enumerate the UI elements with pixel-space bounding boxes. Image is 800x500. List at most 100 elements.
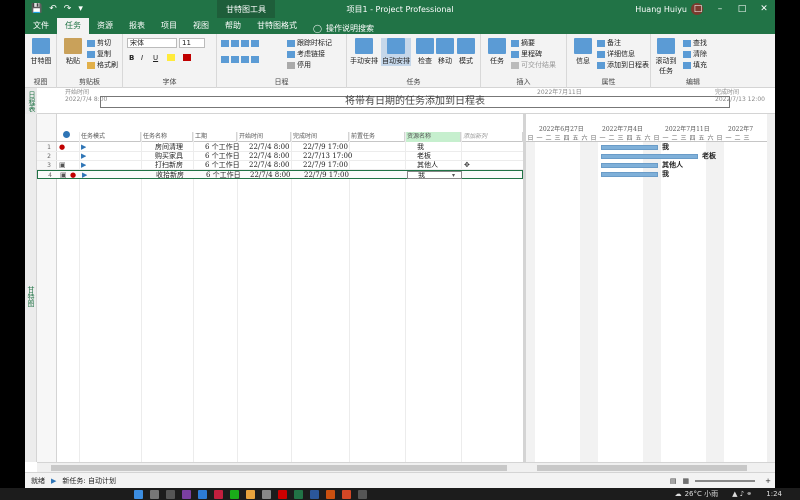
horizontal-scrollbar[interactable] (37, 462, 775, 472)
task-usage-shortcut-icon[interactable]: ▦ (683, 477, 690, 485)
search-icon[interactable] (149, 489, 159, 499)
mark-on-track-button[interactable]: 跟踪时标记 (287, 38, 332, 48)
col-task-name[interactable]: 任务名称 (141, 132, 193, 142)
italic-button[interactable]: I (141, 54, 143, 62)
word-icon[interactable] (309, 489, 319, 499)
col-finish[interactable]: 完成时间 (291, 132, 349, 142)
wechat-icon[interactable] (229, 489, 239, 499)
insert-task-button[interactable]: 任务 (483, 38, 511, 66)
customize-qat-icon[interactable]: ▾ (78, 4, 83, 14)
gantt-view-button[interactable]: 甘特图 (27, 38, 55, 66)
col-add-new[interactable]: 添加新列 (461, 132, 523, 142)
scroll-to-task-button[interactable]: 滚动到任务 (653, 38, 679, 76)
tab-project[interactable]: 项目 (153, 18, 185, 34)
font-color-button[interactable] (183, 54, 191, 61)
manual-schedule-button[interactable]: 手动安排 (349, 38, 379, 66)
app-icon[interactable] (357, 489, 367, 499)
vs-icon[interactable] (181, 489, 191, 499)
fill-button[interactable]: 填充 (683, 60, 707, 70)
windows-start-icon[interactable] (133, 489, 143, 499)
zoom-in-icon[interactable]: + (765, 477, 771, 485)
clear-button[interactable]: 清除 (683, 49, 707, 59)
table-row-selected[interactable]: 4 ▣ ● ▶ 收拾新房 6 个工作日 22/7/4 8:00 22/7/9 1… (37, 170, 523, 179)
finish-cell[interactable]: 22/7/9 17:00 (304, 171, 349, 180)
user-name[interactable]: Huang Huiyu (635, 5, 687, 14)
tab-gantt-format[interactable]: 甘特图格式 (249, 18, 305, 34)
percent-complete-buttons[interactable] (221, 40, 259, 47)
app-icon[interactable] (261, 489, 271, 499)
chevron-down-icon[interactable]: ▾ (452, 171, 455, 180)
format-painter-button[interactable]: 格式刷 (87, 60, 118, 70)
timeline-view[interactable]: 日程表 开始时间 2022/7/4 8:00 2022年7月11日 完成时间 2… (25, 88, 775, 114)
tab-file[interactable]: 文件 (25, 18, 57, 34)
respect-links-button[interactable]: 考虑链接 (287, 49, 325, 59)
weather-text[interactable]: 26°C 小雨 (685, 489, 719, 499)
resource-cell[interactable]: 老板 (417, 152, 431, 161)
ribbon-display-icon[interactable]: □ (687, 0, 709, 18)
indent-buttons[interactable] (221, 56, 259, 63)
zoom-slider[interactable] (695, 479, 756, 482)
col-duration[interactable]: 工期 (193, 132, 237, 142)
minimize-icon[interactable]: – (709, 0, 731, 18)
folder-icon[interactable] (245, 489, 255, 499)
app-icon[interactable] (213, 489, 223, 499)
new-tasks-mode[interactable]: 新任务: 自动计划 (62, 476, 116, 486)
task-bar[interactable] (601, 172, 658, 177)
undo-icon[interactable]: ↶ (49, 4, 57, 14)
copy-button[interactable]: 复制 (87, 49, 111, 59)
save-icon[interactable]: 💾 (31, 4, 42, 14)
sheet-scroll-thumb[interactable] (51, 465, 507, 471)
bold-button[interactable]: B (129, 54, 134, 62)
resource-cell[interactable]: 其他人 (417, 161, 438, 170)
table-row[interactable]: 1 ● ▶ 房间清理 6 个工作日 22/7/4 8:00 22/7/9 17:… (37, 143, 523, 152)
redo-icon[interactable]: ↷ (64, 4, 72, 14)
table-row[interactable]: 3 ▣ ▶ 打扫新房 6 个工作日 22/7/4 8:00 22/7/9 17:… (37, 161, 523, 170)
timeline-placeholder[interactable]: 将带有日期的任务添加到日程表 (100, 96, 730, 108)
tab-resource[interactable]: 资源 (89, 18, 121, 34)
duration-cell[interactable]: 6 个工作日 (205, 152, 240, 161)
tab-view[interactable]: 视图 (185, 18, 217, 34)
inspect-button[interactable]: 检查 (415, 38, 435, 66)
finish-cell[interactable]: 22/7/9 17:00 (303, 143, 348, 152)
underline-button[interactable]: U (153, 54, 158, 62)
deliverable-button[interactable]: 可交付结果 (511, 60, 556, 70)
tell-me-search[interactable]: ◯ 操作说明搜索 (305, 23, 374, 34)
tab-help[interactable]: 帮助 (217, 18, 249, 34)
close-icon[interactable]: ✕ (753, 0, 775, 18)
task-name-cell[interactable]: 打扫新房 (155, 161, 183, 170)
font-size-select[interactable]: 11 (179, 38, 205, 48)
start-cell[interactable]: 22/7/4 8:00 (249, 161, 289, 170)
summary-button[interactable]: 摘要 (511, 38, 535, 48)
task-bar[interactable] (601, 163, 658, 168)
col-predecessors[interactable]: 前置任务 (349, 132, 405, 142)
resource-cell[interactable]: 我 (417, 143, 424, 152)
gantt-view-shortcut-icon[interactable]: ▤ (670, 477, 677, 485)
move-button[interactable]: 移动 (435, 38, 455, 66)
font-name-select[interactable]: 宋体 (127, 38, 177, 48)
clock[interactable]: 1:24 (766, 490, 782, 498)
paste-button[interactable]: 粘贴 (59, 38, 87, 66)
task-name-cell[interactable]: 收拾新房 (156, 171, 184, 180)
inactivate-button[interactable]: 停用 (287, 60, 311, 70)
duration-cell[interactable]: 6 个工作日 (205, 161, 240, 170)
find-button[interactable]: 查找 (683, 38, 707, 48)
col-resource-names[interactable]: 资源名称 (405, 132, 461, 142)
tab-report[interactable]: 报表 (121, 18, 153, 34)
highlight-color-button[interactable] (167, 54, 175, 61)
tab-task[interactable]: 任务 (57, 18, 89, 34)
notes-button[interactable]: 备注 (597, 38, 621, 48)
start-cell[interactable]: 22/7/4 8:00 (249, 143, 289, 152)
maximize-icon[interactable]: □ (731, 0, 753, 18)
vertical-scrollbar[interactable] (767, 114, 775, 462)
col-start[interactable]: 开始时间 (237, 132, 291, 142)
task-bar[interactable] (601, 145, 658, 150)
start-cell[interactable]: 22/7/4 8:00 (250, 171, 290, 180)
start-cell[interactable]: 22/7/4 8:00 (249, 152, 289, 161)
milestone-button[interactable]: 里程碑 (511, 49, 542, 59)
powerpoint-icon[interactable] (341, 489, 351, 499)
app-icon[interactable] (325, 489, 335, 499)
app-icon[interactable] (197, 489, 207, 499)
col-task-mode[interactable]: 任务模式 (79, 132, 141, 142)
auto-schedule-button[interactable]: 自动安排 (381, 38, 411, 66)
add-to-timeline-button[interactable]: 添加到日程表 (597, 60, 649, 70)
